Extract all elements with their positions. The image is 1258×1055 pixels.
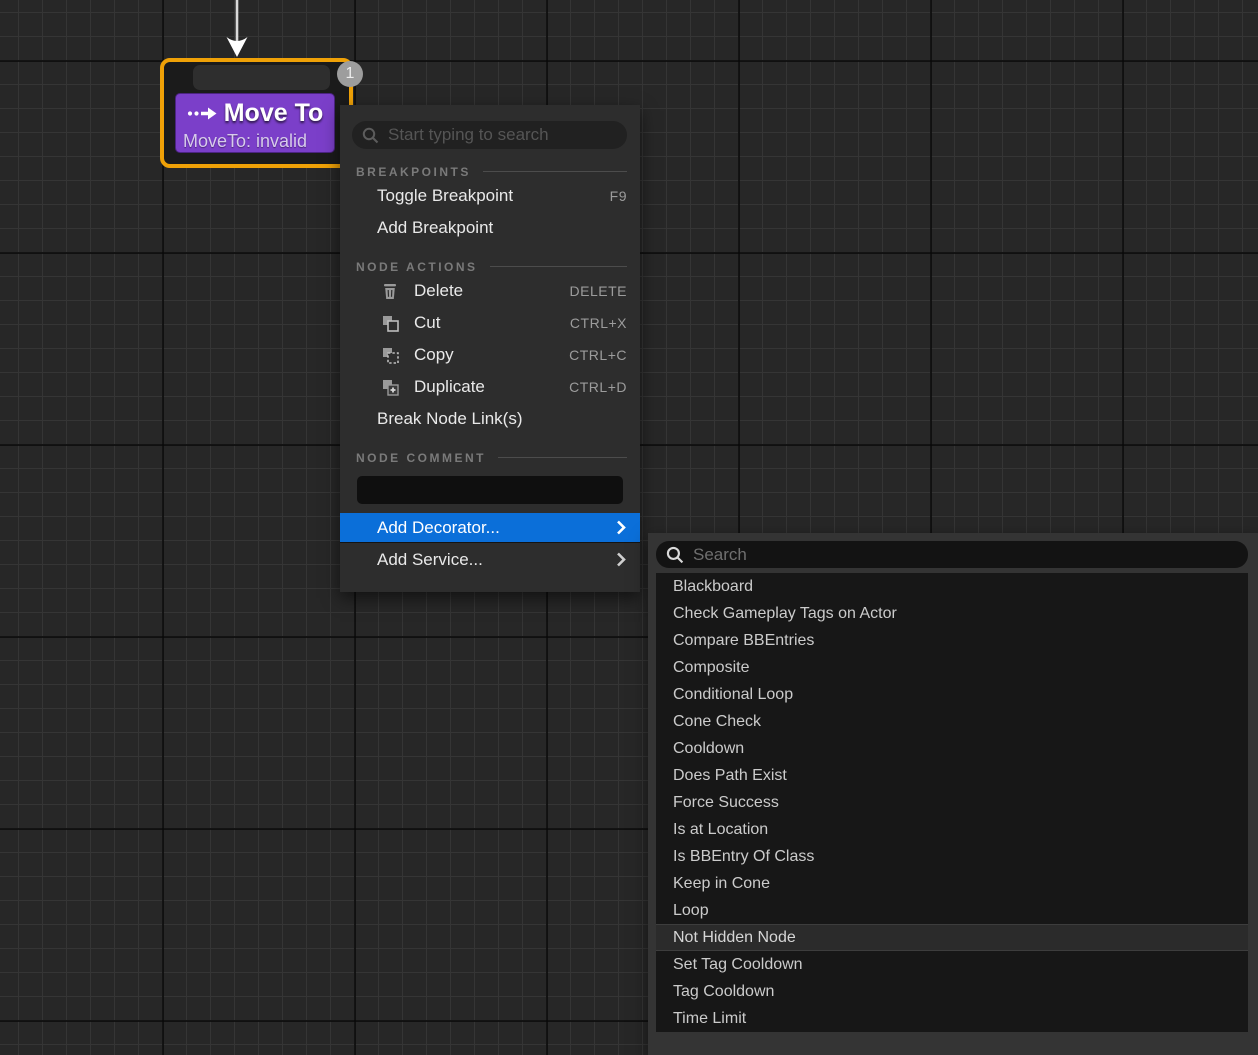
submenu-item[interactable]: Does Path Exist	[656, 762, 1248, 789]
shortcut-label: DELETE	[570, 283, 640, 299]
context-search-input[interactable]	[388, 125, 617, 145]
menu-item-break-node-links[interactable]: Break Node Link(s)	[340, 403, 640, 435]
submenu-item[interactable]: Conditional Loop	[656, 681, 1248, 708]
chevron-right-icon	[616, 520, 626, 535]
decorator-list: BlackboardCheck Gameplay Tags on ActorCo…	[656, 573, 1248, 1032]
submenu-item[interactable]: Blackboard	[656, 573, 1248, 600]
search-icon	[666, 546, 684, 564]
submenu-item[interactable]: Cooldown	[656, 735, 1248, 762]
shortcut-label: CTRL+D	[569, 379, 640, 395]
section-rule	[490, 266, 627, 267]
menu-item-duplicate[interactable]: Duplicate CTRL+D	[340, 371, 640, 403]
submenu-item[interactable]: Check Gameplay Tags on Actor	[656, 600, 1248, 627]
submenu-item[interactable]: Compare BBEntries	[656, 627, 1248, 654]
submenu-item[interactable]: Force Success	[656, 789, 1248, 816]
submenu-item[interactable]: Is at Location	[656, 816, 1248, 843]
submenu-search[interactable]	[656, 541, 1248, 568]
move-to-node[interactable]: 1 Move To MoveTo: invalid	[160, 58, 353, 168]
submenu-item[interactable]: Keep in Cone	[656, 870, 1248, 897]
menu-item-delete[interactable]: Delete DELETE	[340, 275, 640, 307]
menu-item-toggle-breakpoint[interactable]: Toggle Breakpoint F9	[340, 180, 640, 212]
section-node-actions: NODE ACTIONS	[356, 258, 627, 275]
node-input-pin[interactable]	[193, 65, 330, 90]
node-comment-input[interactable]	[357, 476, 623, 504]
submenu-item[interactable]: Set Tag Cooldown	[656, 951, 1248, 978]
context-menu-search[interactable]	[352, 121, 627, 149]
submenu-item[interactable]: Cone Check	[656, 708, 1248, 735]
section-rule	[498, 457, 627, 458]
submenu-item[interactable]: Is BBEntry Of Class	[656, 843, 1248, 870]
submenu-item[interactable]: Loop	[656, 897, 1248, 924]
submenu-item[interactable]: Time Limit	[656, 1005, 1248, 1032]
execution-order-badge: 1	[337, 61, 363, 87]
search-icon	[362, 127, 379, 144]
menu-item-copy[interactable]: Copy CTRL+C	[340, 339, 640, 371]
submenu-item[interactable]: Tag Cooldown	[656, 978, 1248, 1005]
section-breakpoints: BREAKPOINTS	[356, 163, 627, 180]
task-arrow-icon	[187, 107, 217, 120]
submenu-item[interactable]: Composite	[656, 654, 1248, 681]
trash-icon	[382, 282, 402, 300]
duplicate-icon	[382, 378, 402, 396]
shortcut-label: CTRL+X	[570, 315, 640, 331]
shortcut-label: F9	[610, 188, 640, 204]
add-decorator-submenu: BlackboardCheck Gameplay Tags on ActorCo…	[648, 533, 1258, 1055]
submenu-item[interactable]: Not Hidden Node	[656, 924, 1248, 951]
section-node-comment: NODE COMMENT	[356, 449, 627, 466]
chevron-right-icon	[616, 552, 626, 567]
copy-icon	[382, 346, 402, 364]
menu-item-add-service[interactable]: Add Service...	[340, 543, 640, 576]
submenu-search-input[interactable]	[693, 545, 1238, 565]
menu-item-cut[interactable]: Cut CTRL+X	[340, 307, 640, 339]
node-title: Move To	[224, 99, 324, 128]
shortcut-label: CTRL+C	[569, 347, 640, 363]
node-body[interactable]: Move To MoveTo: invalid	[175, 93, 335, 153]
menu-item-add-decorator[interactable]: Add Decorator...	[340, 513, 640, 543]
node-context-menu: BREAKPOINTS Toggle Breakpoint F9 Add Bre…	[340, 105, 640, 592]
cut-icon	[382, 314, 402, 332]
section-rule	[483, 171, 627, 172]
node-subtitle: MoveTo: invalid	[176, 130, 334, 152]
menu-item-add-breakpoint[interactable]: Add Breakpoint	[340, 212, 640, 244]
connection-wire	[222, 0, 252, 60]
